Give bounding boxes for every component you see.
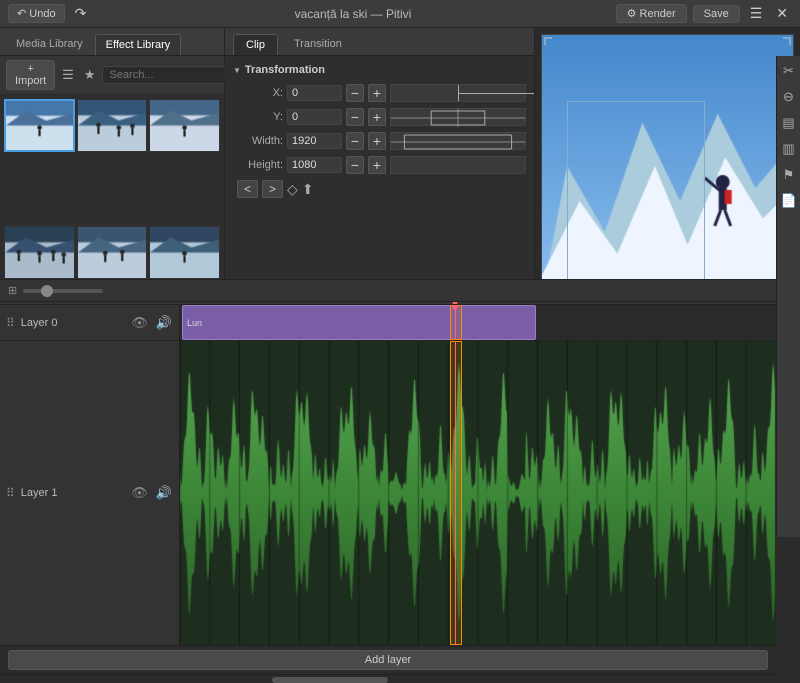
next-keyframe-button[interactable]: > — [262, 180, 283, 198]
main-content: Media Library Effect Library + Import ☰ … — [0, 28, 800, 509]
track-header-layer1: ⠿ Layer 1 👁 🔊 — [0, 341, 180, 645]
menu-button[interactable]: ☰ — [746, 3, 767, 24]
grid-tool[interactable]: ▤ — [778, 112, 800, 134]
track-mute-button[interactable]: 🔊 — [155, 484, 173, 502]
tab-transition[interactable]: Transition — [282, 34, 354, 55]
bottom-area: ⊞ 05:50 06:00 06:10 06:20 06:30 06:40 06… — [0, 279, 776, 509]
zoom-icon: ⊞ — [8, 284, 17, 297]
x-minus-button[interactable]: − — [346, 84, 364, 102]
height-graph — [390, 156, 526, 174]
transform-label: Transformation — [245, 64, 325, 76]
width-label: Width: — [233, 135, 283, 147]
track-drag-handle[interactable]: ⠿ — [6, 316, 15, 330]
scrollbar-thumb[interactable] — [272, 677, 388, 683]
prop-row-x: X: − + — [233, 84, 526, 102]
clip-tabs: Clip Transition — [225, 28, 534, 56]
media-thumb[interactable] — [4, 99, 75, 152]
waveform-canvas — [180, 341, 776, 645]
keyframe-nav: < > ◇ ⬆ — [233, 180, 526, 198]
timeline-container: ⊞ 05:50 06:00 06:10 06:20 06:30 06:40 06… — [0, 280, 776, 510]
track-drag-handle[interactable]: ⠿ — [6, 486, 15, 500]
width-minus-button[interactable]: − — [346, 132, 364, 150]
prop-row-height: Height: − + — [233, 156, 526, 174]
video-clip[interactable]: Lun — [182, 305, 536, 340]
track-content-layer0[interactable]: Lun — [180, 305, 776, 340]
close-button[interactable]: ✕ — [772, 3, 792, 24]
y-input[interactable] — [287, 109, 342, 125]
media-thumb[interactable] — [77, 226, 148, 279]
titlebar-left: ↶ Undo ↷ — [8, 3, 90, 24]
corner-tr — [783, 37, 791, 45]
x-input[interactable] — [287, 85, 342, 101]
tab-clip[interactable]: Clip — [233, 34, 278, 55]
x-plus-button[interactable]: + — [368, 84, 386, 102]
titlebar-right: ⚙ Render Save ☰ ✕ — [616, 3, 792, 24]
y-graph — [390, 108, 526, 126]
save-button[interactable]: Save — [693, 5, 740, 23]
clip-label: Lun — [187, 318, 202, 328]
media-thumb[interactable] — [149, 226, 220, 279]
track-visibility-button[interactable]: 👁 — [130, 484, 149, 502]
scissors-tool[interactable]: ✂ — [778, 60, 800, 82]
width-plus-button[interactable]: + — [368, 132, 386, 150]
titlebar: ↶ Undo ↷ vacanță la ski — Pitivi ⚙ Rende… — [0, 0, 800, 28]
tab-media-library[interactable]: Media Library — [6, 34, 93, 55]
y-minus-button[interactable]: − — [346, 108, 364, 126]
timeline-scrollbar[interactable] — [0, 674, 776, 675]
playhead — [455, 305, 456, 340]
star-icon[interactable]: ★ — [81, 65, 99, 85]
prev-keyframe-button[interactable]: < — [237, 180, 258, 198]
render-button[interactable]: ⚙ Render — [616, 4, 687, 23]
track-content-layer1[interactable] — [180, 341, 776, 645]
y-plus-button[interactable]: + — [368, 108, 386, 126]
height-plus-button[interactable]: + — [368, 156, 386, 174]
track-name-layer1: Layer 1 — [21, 487, 125, 499]
x-graph — [390, 84, 526, 102]
import-button[interactable]: + Import — [6, 60, 55, 90]
width-graph — [390, 132, 526, 150]
zoom-bar: ⊞ — [0, 280, 776, 302]
file-tool[interactable]: 📄 — [778, 190, 800, 212]
height-minus-button[interactable]: − — [346, 156, 364, 174]
prop-row-width: Width: − + — [233, 132, 526, 150]
redo-button[interactable]: ↷ — [71, 3, 91, 24]
track-name-layer0: Layer 0 — [21, 317, 125, 329]
width-input[interactable] — [287, 133, 342, 149]
track-layer1: ⠿ Layer 1 👁 🔊 — [0, 341, 776, 646]
playhead-audio — [455, 341, 456, 645]
ripple-tool[interactable]: ⊖ — [778, 86, 800, 108]
library-toolbar: + Import ☰ ★ ✕ — [0, 56, 224, 95]
media-thumb[interactable] — [77, 99, 148, 152]
track-mute-button[interactable]: 🔊 — [155, 314, 173, 332]
x-label: X: — [233, 87, 283, 99]
keyframe-add-icon[interactable]: ◇ — [287, 181, 298, 198]
flag-tool[interactable]: ⚑ — [778, 164, 800, 186]
track-layer0: ⠿ Layer 0 👁 🔊 Lun — [0, 305, 776, 341]
height-label: Height: — [233, 159, 283, 171]
library-tabs: Media Library Effect Library — [0, 28, 224, 56]
keyframe-upload-icon[interactable]: ⬆ — [302, 181, 314, 198]
height-input[interactable] — [287, 157, 342, 173]
right-toolbar: ✂ ⊖ ▤ ▥ ⚑ 📄 — [776, 56, 800, 537]
filter-icon[interactable]: ☰ — [59, 65, 77, 85]
track-header-layer0: ⠿ Layer 0 👁 🔊 — [0, 305, 180, 340]
transform-toggle[interactable]: ▼ — [233, 66, 241, 75]
undo-button[interactable]: ↶ Undo — [8, 4, 65, 23]
tab-effect-library[interactable]: Effect Library — [95, 34, 182, 55]
zoom-thumb — [41, 285, 53, 297]
media-thumb[interactable] — [4, 226, 75, 279]
media-thumb[interactable] — [149, 99, 220, 152]
track-visibility-button[interactable]: 👁 — [130, 314, 149, 332]
prop-row-y: Y: − + — [233, 108, 526, 126]
stack-tool[interactable]: ▥ — [778, 138, 800, 160]
corner-tl — [544, 37, 552, 45]
add-layer-button[interactable]: Add layer — [8, 650, 768, 670]
tracks: ⠿ Layer 0 👁 🔊 Lun — [0, 305, 776, 646]
zoom-slider[interactable] — [23, 289, 103, 293]
y-label: Y: — [233, 111, 283, 123]
titlebar-title: vacanță la ski — Pitivi — [90, 7, 615, 21]
